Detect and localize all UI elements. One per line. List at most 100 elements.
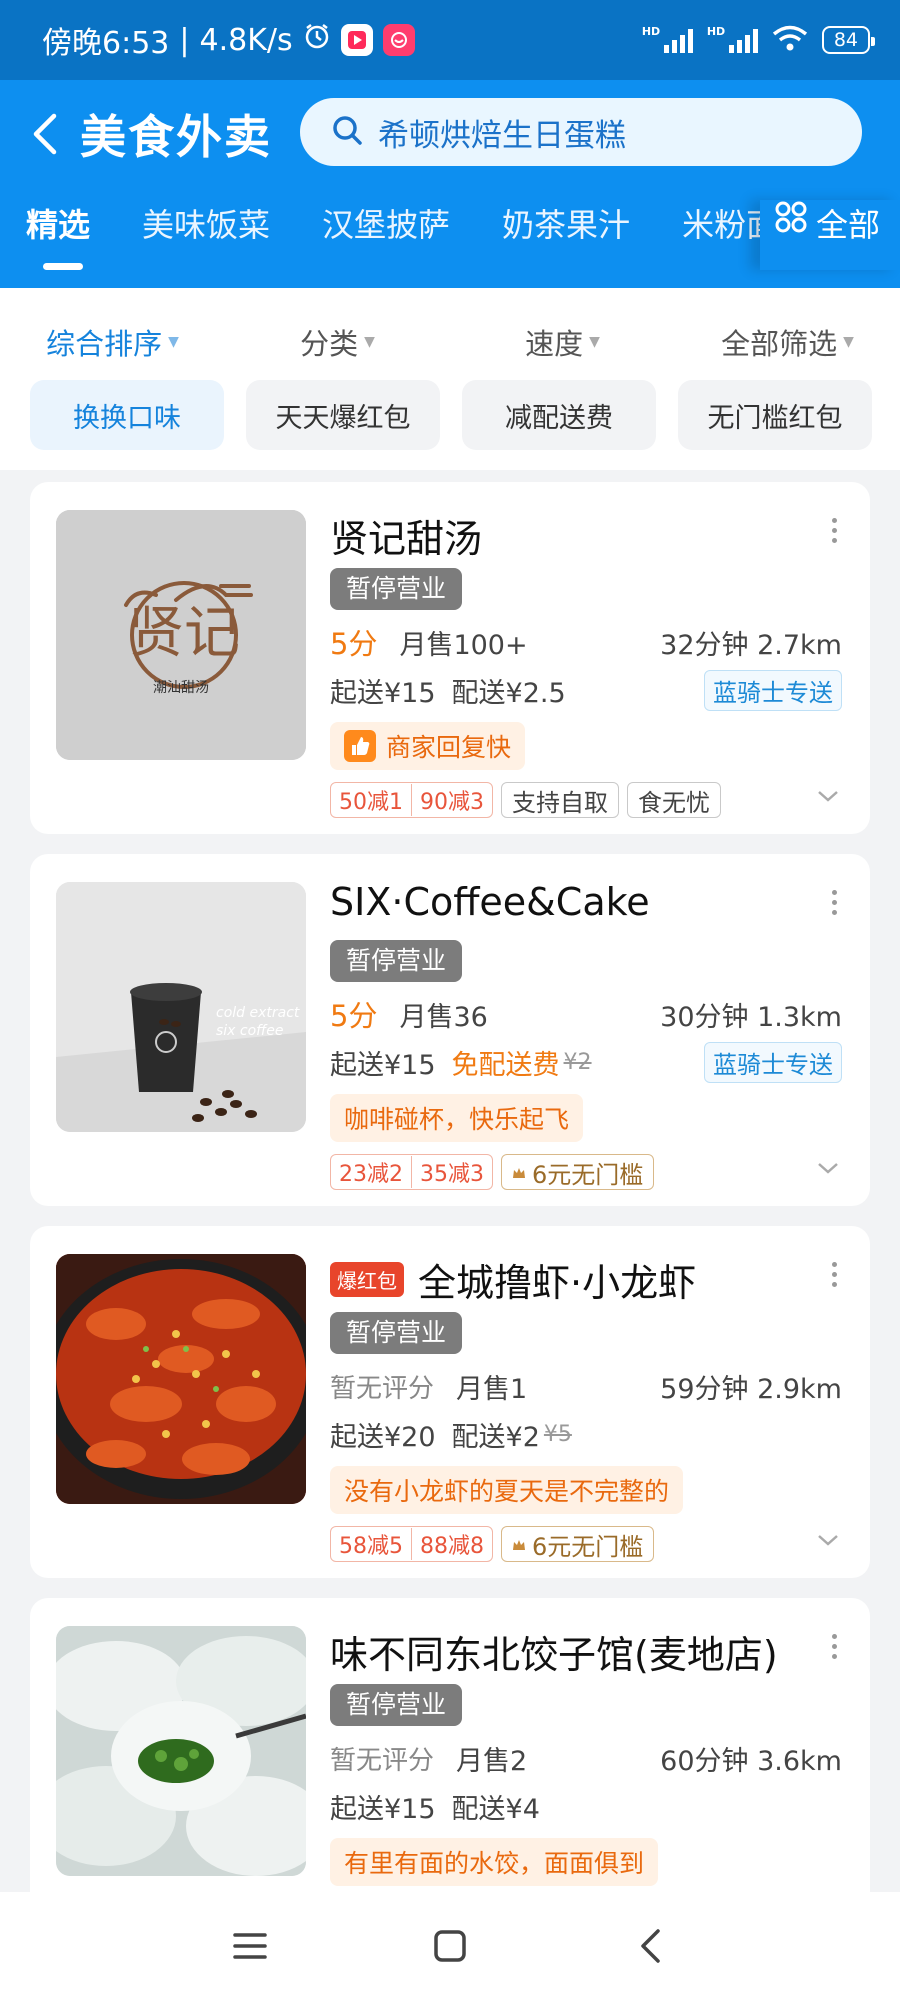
crown-icon bbox=[512, 1530, 526, 1558]
sort-speed[interactable]: 速度 ▼ bbox=[450, 318, 675, 366]
monthly-sales: 月售2 bbox=[456, 1745, 528, 1777]
more-options-icon[interactable] bbox=[828, 1262, 840, 1287]
monthly-sales: 月售100+ bbox=[399, 629, 528, 661]
chip-daily-red-packet[interactable]: 天天爆红包 bbox=[246, 380, 440, 450]
shop-name[interactable]: 贤记甜汤 bbox=[330, 508, 482, 563]
min-order: 起送¥15 bbox=[330, 1049, 436, 1081]
tab-milk-tea[interactable]: 奶茶果汁 bbox=[476, 200, 656, 270]
wifi-icon bbox=[772, 24, 808, 57]
logo-subtext: 潮汕甜汤 bbox=[153, 680, 209, 696]
tab-featured[interactable]: 精选 bbox=[0, 200, 116, 270]
shop-photo: cold extract six coffee bbox=[56, 882, 306, 1132]
shopping-app-icon bbox=[382, 24, 415, 56]
delivery-time-distance: 59分钟 2.9km bbox=[660, 1373, 842, 1405]
status-badge: 暂停营业 bbox=[330, 940, 463, 982]
shop-slogan: 商家回复快 bbox=[330, 722, 526, 770]
chip-no-threshold-packet[interactable]: 无门槛红包 bbox=[678, 380, 872, 450]
status-left: 傍晚6:53 | 4.8K/s bbox=[42, 18, 415, 62]
home-button[interactable] bbox=[420, 1916, 480, 1976]
shop-score: 5分 bbox=[330, 627, 378, 661]
shop-name[interactable]: SIX·Coffee&Cake bbox=[330, 880, 650, 924]
delivery-time-distance: 60分钟 3.6km bbox=[660, 1745, 842, 1777]
menu-icon bbox=[233, 1933, 267, 1959]
home-square-icon bbox=[434, 1930, 466, 1962]
tab-burger-pizza[interactable]: 汉堡披萨 bbox=[296, 200, 476, 270]
discount-tag: 58减5 88减8 bbox=[330, 1526, 493, 1562]
chevron-down-icon[interactable] bbox=[816, 1532, 840, 1552]
min-order: 起送¥20 bbox=[330, 1421, 436, 1453]
tab-meals[interactable]: 美味饭菜 bbox=[116, 200, 296, 270]
menu-button[interactable] bbox=[220, 1916, 280, 1976]
app-header: 美食外卖 希顿烘焙生日蛋糕 精选 美味饭菜 汉堡披萨 奶茶果汁 米粉面 全部 bbox=[0, 80, 900, 288]
signal-icon: HD bbox=[707, 25, 758, 53]
min-order: 起送¥15 bbox=[330, 677, 436, 709]
photo-text: six coffee bbox=[216, 1023, 284, 1039]
shop-card[interactable]: 爆红包 全城撸虾·小龙虾 暂停营业 暂无评分 月售1 59分钟 2.9km 起送… bbox=[30, 1226, 870, 1578]
photo-text: cold extract bbox=[216, 1005, 300, 1021]
chevron-left-icon bbox=[33, 113, 57, 155]
grid-icon bbox=[774, 200, 808, 242]
red-packet-badge: 爆红包 bbox=[330, 1262, 404, 1297]
status-right: HD HD 84 bbox=[642, 24, 876, 57]
shop-card[interactable]: cold extract six coffee SIX·Coffee&Cake … bbox=[30, 854, 870, 1206]
delivery-fee: 免配送费 bbox=[451, 1049, 560, 1081]
delivery-time-distance: 30分钟 1.3km bbox=[660, 1001, 842, 1033]
status-badge: 暂停营业 bbox=[330, 1684, 463, 1726]
status-badge: 暂停营业 bbox=[330, 1312, 463, 1354]
back-arrow-icon bbox=[641, 1929, 660, 1963]
delivery-fee: 配送¥2.5 bbox=[451, 677, 566, 709]
search-input[interactable]: 希顿烘焙生日蛋糕 bbox=[378, 110, 626, 155]
shop-score: 暂无评分 bbox=[330, 1745, 435, 1776]
sort-comprehensive[interactable]: 综合排序 ▼ bbox=[0, 318, 225, 366]
filter-panel: 综合排序 ▼ 分类 ▼ 速度 ▼ 全部筛选 ▼ 换换口味 天天爆红包 减配送费 无门槛红… bbox=[0, 288, 900, 470]
page-title: 美食外卖 bbox=[80, 110, 272, 164]
back-button[interactable] bbox=[10, 98, 80, 170]
status-time: 傍晚6:53 bbox=[42, 26, 170, 61]
feature-tag: 支持自取 bbox=[501, 782, 619, 818]
monthly-sales: 月售1 bbox=[456, 1373, 528, 1405]
caret-down-icon: ▼ bbox=[843, 334, 854, 350]
shop-name-row[interactable]: 爆红包 全城撸虾·小龙虾 bbox=[330, 1252, 696, 1307]
shop-score: 暂无评分 bbox=[330, 1373, 435, 1404]
original-delivery-fee: ¥5 bbox=[543, 1421, 572, 1447]
system-back-button[interactable] bbox=[620, 1916, 680, 1976]
promo-row: 50减1 90减3 支持自取 食无忧 bbox=[330, 782, 721, 818]
sort-all-filters[interactable]: 全部筛选 ▼ bbox=[675, 318, 900, 366]
chevron-down-icon[interactable] bbox=[816, 1160, 840, 1180]
chevron-down-icon[interactable] bbox=[816, 788, 840, 808]
more-options-icon[interactable] bbox=[828, 518, 840, 543]
alarm-icon bbox=[303, 22, 331, 58]
delivery-fee: 配送¥4 bbox=[451, 1793, 540, 1825]
sort-category[interactable]: 分类 ▼ bbox=[225, 318, 450, 366]
status-badge: 暂停营业 bbox=[330, 568, 463, 610]
shop-name[interactable]: 味不同东北饺子馆(麦地店) bbox=[330, 1624, 778, 1679]
search-bar[interactable]: 希顿烘焙生日蛋糕 bbox=[300, 98, 862, 166]
system-nav-bar bbox=[0, 1892, 900, 2000]
rider-badge: 蓝骑士专送 bbox=[704, 1041, 842, 1083]
network-speed: 4.8K/s bbox=[199, 22, 293, 58]
crown-icon bbox=[512, 1158, 526, 1186]
discount-tag: 50减1 90减3 bbox=[330, 782, 493, 818]
all-categories-button[interactable]: 全部 bbox=[760, 200, 900, 270]
sort-row: 综合排序 ▼ 分类 ▼ 速度 ▼ 全部筛选 ▼ bbox=[0, 318, 900, 366]
coupon-tag: 6元无门槛 bbox=[501, 1154, 655, 1190]
logo-text: 贤记 bbox=[128, 601, 240, 666]
shop-logo-image: 贤记 潮汕甜汤 bbox=[56, 510, 306, 760]
signal-icon: HD bbox=[642, 25, 693, 53]
shop-slogan: 没有小龙虾的夏天是不完整的 bbox=[330, 1466, 684, 1514]
tab-rice-noodle[interactable]: 米粉面 bbox=[656, 200, 760, 270]
shop-photo bbox=[56, 1254, 306, 1504]
more-options-icon[interactable] bbox=[828, 890, 840, 915]
all-categories-label: 全部 bbox=[816, 206, 881, 244]
shop-card[interactable]: 贤记 潮汕甜汤 贤记甜汤 暂停营业 5分 月售100+ 32分钟 2.7km 起… bbox=[30, 482, 870, 834]
promo-row: 23减2 35减3 6元无门槛 bbox=[330, 1154, 655, 1190]
promo-row: 58减5 88减8 6元无门槛 bbox=[330, 1526, 655, 1562]
chip-reduced-delivery[interactable]: 减配送费 bbox=[462, 380, 656, 450]
delivery-fee: 配送¥2 bbox=[451, 1421, 540, 1453]
monthly-sales: 月售36 bbox=[399, 1001, 488, 1033]
shop-score: 5分 bbox=[330, 999, 378, 1033]
feature-tag: 食无忧 bbox=[627, 782, 721, 818]
more-options-icon[interactable] bbox=[828, 1634, 840, 1659]
chip-change-taste[interactable]: 换换口味 bbox=[30, 380, 224, 450]
category-tabs: 精选 美味饭菜 汉堡披萨 奶茶果汁 米粉面 全部 bbox=[0, 200, 900, 280]
